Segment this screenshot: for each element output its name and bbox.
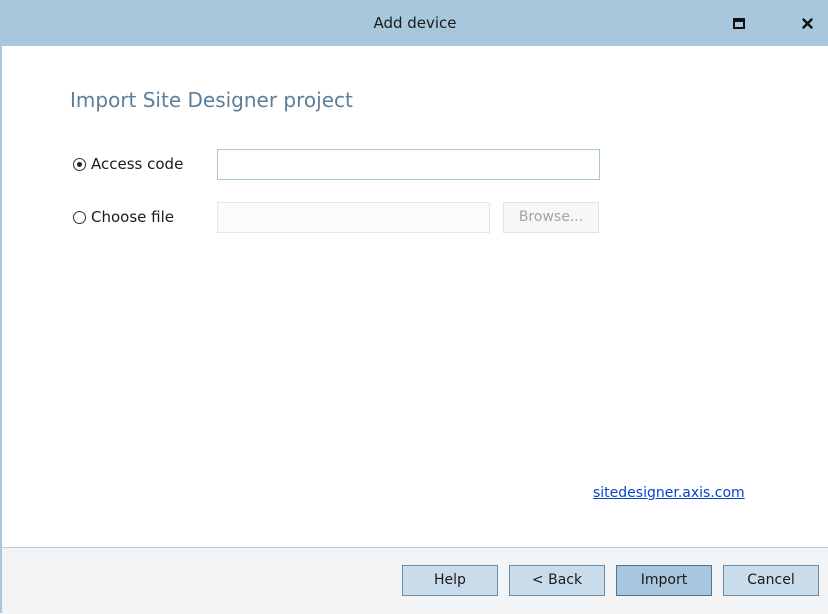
close-icon [801,14,813,33]
browse-button[interactable]: Browse... [503,202,599,233]
choose-file-radio[interactable] [73,210,86,224]
window-title: Add device [373,14,457,32]
file-path-input[interactable] [217,202,490,233]
access-code-radio[interactable] [73,157,86,171]
site-designer-link[interactable]: sitedesigner.axis.com [593,485,745,501]
maximize-button[interactable] [729,13,749,33]
choose-file-label: Choose file [91,208,174,226]
title-bar: Add device [2,0,828,46]
import-button[interactable]: Import [616,565,712,596]
choose-file-option[interactable]: Choose file [73,202,174,232]
close-button[interactable] [797,13,817,33]
help-button[interactable]: Help [402,565,498,596]
access-code-label: Access code [91,155,184,173]
page-title: Import Site Designer project [70,88,353,112]
cancel-button[interactable]: Cancel [723,565,819,596]
access-code-option[interactable]: Access code [73,149,183,179]
back-button[interactable]: < Back [509,565,605,596]
maximize-icon [733,14,745,33]
add-device-dialog: Add device Import Site Designer project … [0,0,828,614]
access-code-input[interactable] [217,149,600,180]
